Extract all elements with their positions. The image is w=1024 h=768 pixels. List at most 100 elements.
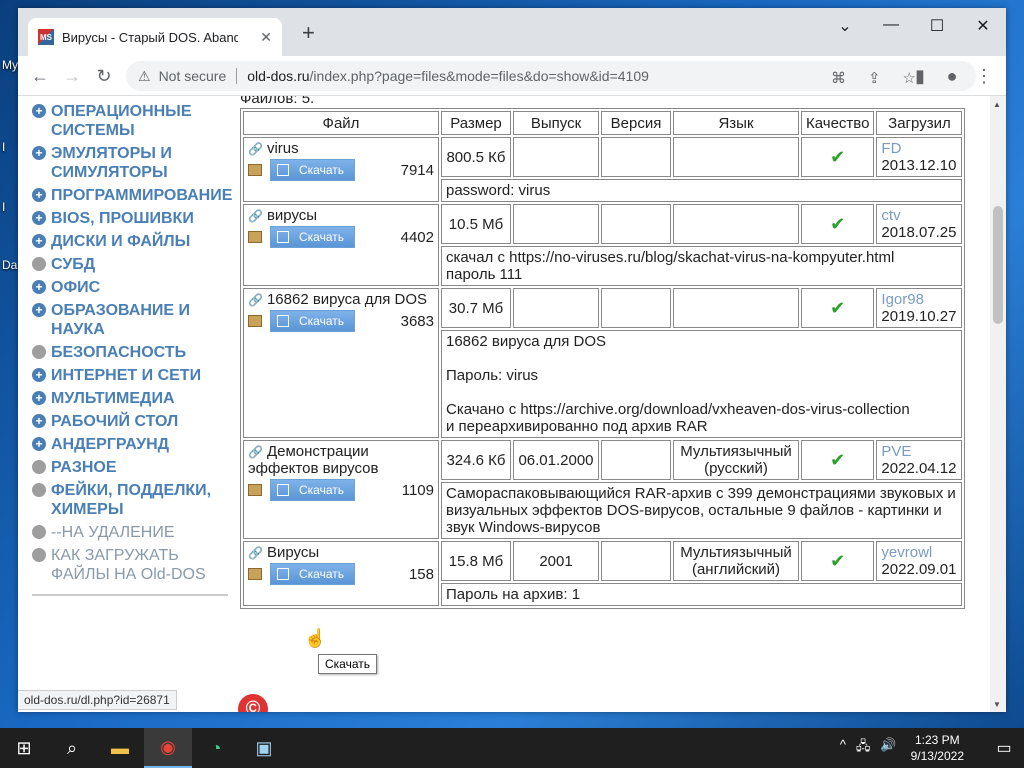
menu-item-label[interactable]: БЕЗОПАСНОСТЬ <box>51 343 186 362</box>
page-scrollbar[interactable]: ▲ ▼ <box>990 96 1006 712</box>
menu-item[interactable]: + ИНТЕРНЕТ И СЕТИ <box>32 366 232 385</box>
desktop-icon-label[interactable]: Da <box>2 258 17 272</box>
menu-item[interactable]: + АНДЕРГРАУНД <box>32 435 232 454</box>
header-version: Версия <box>601 111 671 135</box>
download-button[interactable]: Скачать <box>270 563 355 585</box>
uploader-link[interactable]: PVE <box>881 443 957 460</box>
menu-item[interactable]: + ОПЕРАЦИОННЫЕ СИСТЕМЫ <box>32 102 232 140</box>
files-table: Файл Размер Выпуск Версия Язык Качество … <box>240 108 966 609</box>
menu-item-label[interactable]: СУБД <box>51 255 95 274</box>
uploader-link[interactable]: Igor98 <box>881 291 957 308</box>
menu-item-label[interactable]: ОБРАЗОВАНИЕ И НАУКА <box>51 301 232 339</box>
menu-item[interactable]: РАЗНОЕ <box>32 458 232 477</box>
app-icon[interactable]: ▣ <box>240 728 288 768</box>
file-name[interactable]: Демонстрации эффектов вирусов <box>248 443 378 477</box>
menu-item[interactable]: --НА УДАЛЕНИЕ <box>32 523 232 542</box>
uploader-link[interactable]: ctv <box>881 207 957 224</box>
uploader-link[interactable]: yevrowl <box>881 544 957 561</box>
link-icon[interactable]: 🔗 <box>248 445 263 459</box>
menu-item[interactable]: БЕЗОПАСНОСТЬ <box>32 343 232 362</box>
minimize-button[interactable]: — <box>868 16 914 34</box>
file-explorer-icon[interactable]: ▬ <box>96 728 144 768</box>
desktop-icon-label[interactable]: I <box>2 140 5 154</box>
maximize-button[interactable]: ☐ <box>914 16 960 36</box>
scroll-down-icon[interactable]: ▼ <box>993 700 1001 709</box>
tab-close-icon[interactable]: ✕ <box>260 29 272 46</box>
show-hidden-icons-icon[interactable]: ^ <box>840 737 846 759</box>
address-bar[interactable]: ⚠ Not secure old-dos.ru /index.php?page=… <box>126 61 976 91</box>
new-tab-button[interactable]: + <box>302 22 315 44</box>
header-file: Файл <box>243 111 439 135</box>
menu-item-label[interactable]: РАБОЧИЙ СТОЛ <box>51 412 178 431</box>
menu-item-label[interactable]: --НА УДАЛЕНИЕ <box>51 523 175 542</box>
menu-item-label[interactable]: АНДЕРГРАУНД <box>51 435 169 454</box>
chrome-icon[interactable]: ◉ <box>144 728 192 768</box>
download-button[interactable]: Скачать <box>270 159 355 181</box>
forward-button[interactable]: → <box>60 64 84 88</box>
link-icon[interactable]: 🔗 <box>248 142 263 156</box>
clock[interactable]: 1:23 PM 9/13/2022 <box>911 732 964 764</box>
link-icon[interactable]: 🔗 <box>248 293 263 307</box>
menu-item[interactable]: + ДИСКИ И ФАЙЛЫ <box>32 232 232 251</box>
menu-item-label[interactable]: ЭМУЛЯТОРЫ И СИМУЛЯТОРЫ <box>51 144 232 182</box>
back-button[interactable]: ← <box>28 64 52 88</box>
not-secure-label[interactable]: Not secure <box>159 68 227 84</box>
menu-item-label[interactable]: ПРОГРАММИРОВАНИЕ <box>51 186 232 205</box>
menu-item[interactable]: + ОБРАЗОВАНИЕ И НАУКА <box>32 301 232 339</box>
desktop-icon-label[interactable]: My <box>2 58 18 72</box>
url-host[interactable]: old-dos.ru <box>247 68 309 84</box>
header-language: Язык <box>673 111 799 135</box>
uploader-link[interactable]: FD <box>881 140 957 157</box>
browser-menu-icon[interactable]: ⋮ <box>972 64 996 88</box>
menu-item-label[interactable]: ОФИС <box>51 278 100 297</box>
menu-item-label[interactable]: ФЕЙКИ, ПОДДЕЛКИ, ХИМЕРЫ <box>51 481 232 519</box>
menu-item-label[interactable]: ДИСКИ И ФАЙЛЫ <box>51 232 190 251</box>
edge-icon[interactable]: ◔ <box>192 728 240 768</box>
menu-item[interactable]: + BIOS, прошивки <box>32 209 232 228</box>
file-name[interactable]: virus <box>267 140 299 157</box>
menu-item-label[interactable]: ОПЕРАЦИОННЫЕ СИСТЕМЫ <box>51 102 232 140</box>
menu-item[interactable]: КАК ЗАГРУЖАТЬ ФАЙЛЫ НА Old-DOS <box>32 546 232 584</box>
warning-icon[interactable]: ⚠ <box>138 68 151 85</box>
file-name[interactable]: Вирусы <box>267 544 319 561</box>
search-icon[interactable]: ⌕ <box>48 728 96 768</box>
menu-item[interactable]: + ПРОГРАММИРОВАНИЕ <box>32 186 232 205</box>
scroll-up-icon[interactable]: ▲ <box>993 100 1001 109</box>
menu-item-label[interactable]: BIOS, прошивки <box>51 209 194 228</box>
translate-icon[interactable]: ⌘ <box>831 69 846 87</box>
menu-item[interactable]: ФЕЙКИ, ПОДДЕЛКИ, ХИМЕРЫ <box>32 481 232 519</box>
menu-item[interactable]: СУБД <box>32 255 232 274</box>
scroll-thumb[interactable] <box>993 206 1003 324</box>
menu-item[interactable]: + ОФИС <box>32 278 232 297</box>
download-button[interactable]: Скачать <box>270 310 355 332</box>
notifications-icon[interactable]: ▭ <box>984 738 1024 758</box>
link-icon[interactable]: 🔗 <box>248 546 263 560</box>
desktop-icon-label[interactable]: I <box>2 200 5 214</box>
url-path[interactable]: /index.php?page=files&mode=files&do=show… <box>310 68 649 84</box>
network-icon[interactable]: 🖧 <box>856 737 871 759</box>
menu-item[interactable]: + РАБОЧИЙ СТОЛ <box>32 412 232 431</box>
menu-item-label[interactable]: РАЗНОЕ <box>51 458 117 477</box>
download-button[interactable]: Скачать <box>270 226 355 248</box>
download-row: Скачать 7914 <box>248 159 434 181</box>
tab-search-button[interactable]: ⌄ <box>822 16 868 36</box>
link-icon[interactable]: 🔗 <box>248 209 263 223</box>
download-button[interactable]: Скачать <box>270 479 355 501</box>
file-name[interactable]: вирусы <box>267 207 317 224</box>
share-icon[interactable]: ⇪ <box>868 69 881 87</box>
side-panel-icon[interactable]: ▮ <box>908 64 932 88</box>
menu-item-label[interactable]: МУЛЬТИМЕДИА <box>51 389 175 408</box>
close-window-button[interactable]: ✕ <box>960 16 1006 36</box>
menu-item[interactable]: + ЭМУЛЯТОРЫ И СИМУЛЯТОРЫ <box>32 144 232 182</box>
menu-item[interactable]: + МУЛЬТИМЕДИА <box>32 389 232 408</box>
reload-button[interactable]: ↻ <box>92 64 116 88</box>
profile-avatar-icon[interactable]: ● <box>940 64 964 88</box>
menu-item-label[interactable]: ИНТЕРНЕТ И СЕТИ <box>51 366 201 385</box>
browser-tab[interactable]: MS Вирусы - Старый DOS. Abandon ✕ <box>28 18 282 56</box>
volume-icon[interactable]: 🔊 <box>880 737 896 759</box>
file-version <box>601 204 671 244</box>
file-cell: 🔗 Вирусы Скачать 158 <box>243 541 439 606</box>
file-name[interactable]: 16862 вируса для DOS <box>267 291 427 308</box>
menu-item-label[interactable]: КАК ЗАГРУЖАТЬ ФАЙЛЫ НА Old-DOS <box>51 546 232 584</box>
start-button[interactable]: ⊞ <box>0 728 48 768</box>
